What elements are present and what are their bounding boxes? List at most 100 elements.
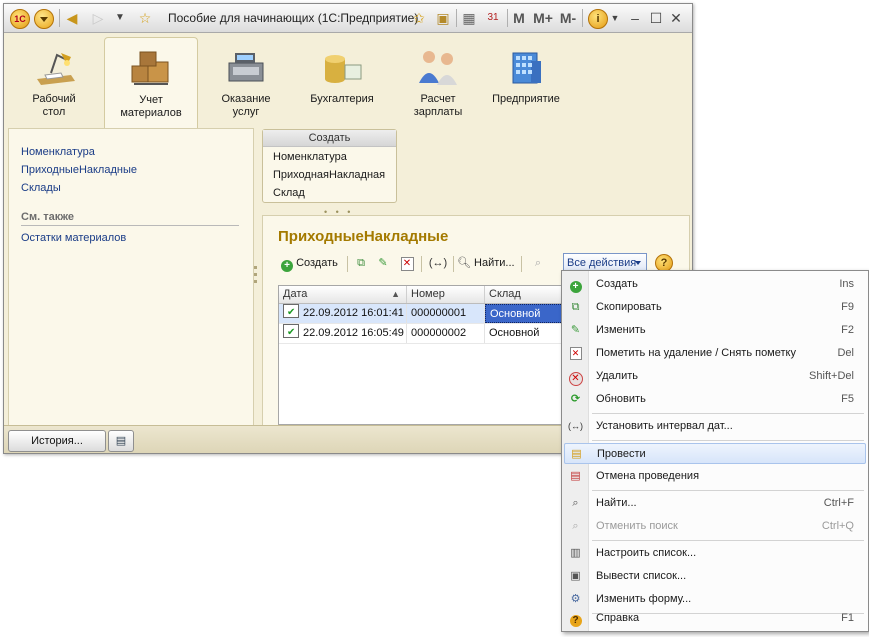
settings-list-icon: ▥ — [570, 547, 581, 559]
section-desktop[interactable]: Рабочий стол — [8, 37, 100, 129]
interval-icon[interactable]: (↔) — [427, 254, 449, 272]
menu-item-help[interactable]: ? Справка F1 — [564, 608, 866, 629]
search-icon: 🔍︎ — [457, 257, 471, 269]
maximize-icon[interactable]: ☐ — [649, 9, 663, 27]
table-header: Дата ▲ Номер Склад — [279, 286, 579, 304]
menu-item-mark-delete[interactable]: ✕ Пометить на удаление / Снять пометку D… — [564, 343, 866, 364]
column-header-date[interactable]: Дата ▲ — [279, 286, 407, 303]
mark-delete-icon[interactable]: ✕ — [399, 254, 415, 272]
help-icon: ? — [568, 611, 583, 627]
list-title: ПриходныеНакладные — [278, 228, 449, 245]
copy-icon[interactable]: ⧉ — [353, 254, 369, 272]
create-item-nomenclature[interactable]: Номенклатура — [273, 151, 347, 163]
memory-mminus-button[interactable]: M- — [557, 9, 579, 27]
plus-icon: + — [281, 260, 293, 272]
separator — [582, 9, 583, 27]
menu-item-create[interactable]: + Создать Ins — [564, 274, 866, 295]
print-list-icon: ▣ — [570, 570, 581, 582]
unpost-icon: ▤ — [570, 470, 581, 482]
favorite-star-icon[interactable]: ☆ — [136, 9, 154, 27]
separator — [453, 256, 454, 272]
menu-item-find[interactable]: ⌕ Найти... Ctrl+F — [564, 493, 866, 514]
minimize-icon[interactable]: – — [628, 9, 642, 27]
nav-link-warehouses[interactable]: Склады — [21, 182, 61, 194]
create-panel: Создать Номенклатура ПриходнаяНакладная … — [262, 129, 397, 203]
people-icon — [415, 47, 461, 87]
coins-icon — [319, 47, 365, 87]
section-label: Расчет зарплаты — [413, 93, 463, 118]
post-icon: ▤ — [571, 448, 582, 460]
delete-icon: ✕ — [568, 369, 583, 386]
menu-item-output-list[interactable]: ▣ Вывести список... — [564, 566, 866, 587]
all-actions-button[interactable]: Все действия — [563, 253, 647, 271]
create-button[interactable]: + Создать — [281, 254, 338, 272]
title-bar: 1С ◀ ▷ ▼ ☆ Пособие для начинающих (1С:Пр… — [4, 4, 692, 33]
memory-mplus-button[interactable]: M+ — [532, 9, 554, 27]
nav-link-material-balances[interactable]: Остатки материалов — [21, 232, 126, 244]
add-favorite-icon[interactable]: ✩ — [410, 9, 428, 27]
back-icon[interactable]: ◀ — [64, 9, 80, 27]
menu-item-post[interactable]: ▤ Провести — [564, 443, 866, 464]
calculator-icon[interactable]: ▦ — [460, 9, 478, 27]
menu-item-configure-list[interactable]: ▥ Настроить список... — [564, 543, 866, 564]
1c-logo-icon[interactable]: 1С — [10, 9, 30, 29]
menu-separator — [592, 540, 864, 541]
history-button[interactable]: История... — [8, 430, 106, 452]
interval-icon: (↔) — [568, 421, 583, 431]
menu-item-refresh[interactable]: ⟳ Обновить F5 — [564, 389, 866, 410]
separator — [456, 9, 457, 27]
menu-item-set-interval[interactable]: (↔) Установить интервал дат... — [564, 416, 866, 437]
section-payroll[interactable]: Расчет зарплаты — [392, 37, 484, 129]
separator — [507, 9, 508, 27]
menu-item-unpost[interactable]: ▤ Отмена проведения — [564, 466, 866, 487]
close-icon[interactable]: ✕ — [669, 9, 683, 27]
create-item-warehouse[interactable]: Склад — [273, 187, 305, 199]
menu-separator — [592, 490, 864, 491]
section-accounting[interactable]: Бухгалтерия — [296, 37, 388, 129]
find-button-label: Найти... — [474, 257, 515, 269]
panel-splitter[interactable] — [254, 262, 258, 292]
main-menu-dropdown-icon[interactable] — [34, 9, 54, 29]
pencil-icon[interactable]: ✎ — [375, 254, 391, 272]
mark-delete-icon: ✕ — [568, 346, 583, 361]
section-services[interactable]: Оказание услуг — [200, 37, 292, 129]
info-icon[interactable]: i — [588, 9, 608, 29]
separator — [347, 256, 348, 272]
create-panel-title: Создать — [263, 130, 396, 147]
section-label: Учет материалов — [120, 94, 182, 119]
window-title: Пособие для начинающих (1С:Предприятие) — [168, 11, 419, 25]
menu-item-copy[interactable]: ⧉ Скопировать F9 — [564, 297, 866, 318]
edit-form-icon: ⚙ — [570, 593, 581, 605]
column-header-number[interactable]: Номер — [407, 286, 485, 303]
calendar-icon[interactable]: 31 — [484, 9, 502, 27]
info-dropdown-icon[interactable]: ▼ — [610, 9, 620, 27]
section-label: Оказание услуг — [221, 93, 271, 118]
table-row[interactable]: 22.09.2012 16:01:41 000000001 Основной — [279, 303, 579, 324]
cell-date: 22.09.2012 16:01:41 — [279, 303, 407, 323]
search-icon: ⌕ — [572, 497, 579, 509]
menu-item-delete[interactable]: ✕ Удалить Shift+Del — [564, 366, 866, 387]
menu-item-edit-form[interactable]: ⚙ Изменить форму... — [564, 589, 866, 610]
menu-item-edit[interactable]: ✎ Изменить F2 — [564, 320, 866, 341]
memory-m-button[interactable]: M — [512, 9, 526, 27]
cancel-search-icon[interactable]: ⌕ — [529, 254, 547, 272]
section-materials[interactable]: Учет материалов — [104, 37, 198, 130]
nav-link-nomenclature[interactable]: Номенклатура — [21, 146, 95, 158]
see-also-title: См. также — [21, 211, 74, 223]
desk-lamp-icon — [31, 47, 77, 87]
section-label: Предприятие — [492, 93, 560, 105]
nav-link-receipts[interactable]: ПриходныеНакладные — [21, 164, 137, 176]
section-enterprise[interactable]: Предприятие — [482, 37, 570, 129]
find-button[interactable]: 🔍︎ Найти... — [457, 254, 515, 272]
history-list-icon[interactable]: ▣ — [434, 9, 452, 27]
menu-item-cancel-search[interactable]: ⌕ Отменить поиск Ctrl+Q — [564, 516, 866, 537]
copy-icon: ⧉ — [571, 301, 580, 313]
documents-table: Дата▲ Номер Склад 22.09.2012 16:01:41 00… — [278, 285, 580, 425]
table-row[interactable]: 22.09.2012 16:05:49 000000002 Основной — [279, 323, 579, 344]
create-item-receipt[interactable]: ПриходнаяНакладная — [273, 169, 385, 181]
sections-panel: Рабочий стол Учет материалов Оказание услуг… — [4, 33, 692, 130]
cell-number: 000000002 — [407, 324, 485, 343]
history-dropdown-icon[interactable]: ▼ — [114, 9, 126, 27]
windows-icon[interactable]: ▤ — [108, 430, 134, 452]
forward-icon[interactable]: ▷ — [90, 9, 106, 27]
